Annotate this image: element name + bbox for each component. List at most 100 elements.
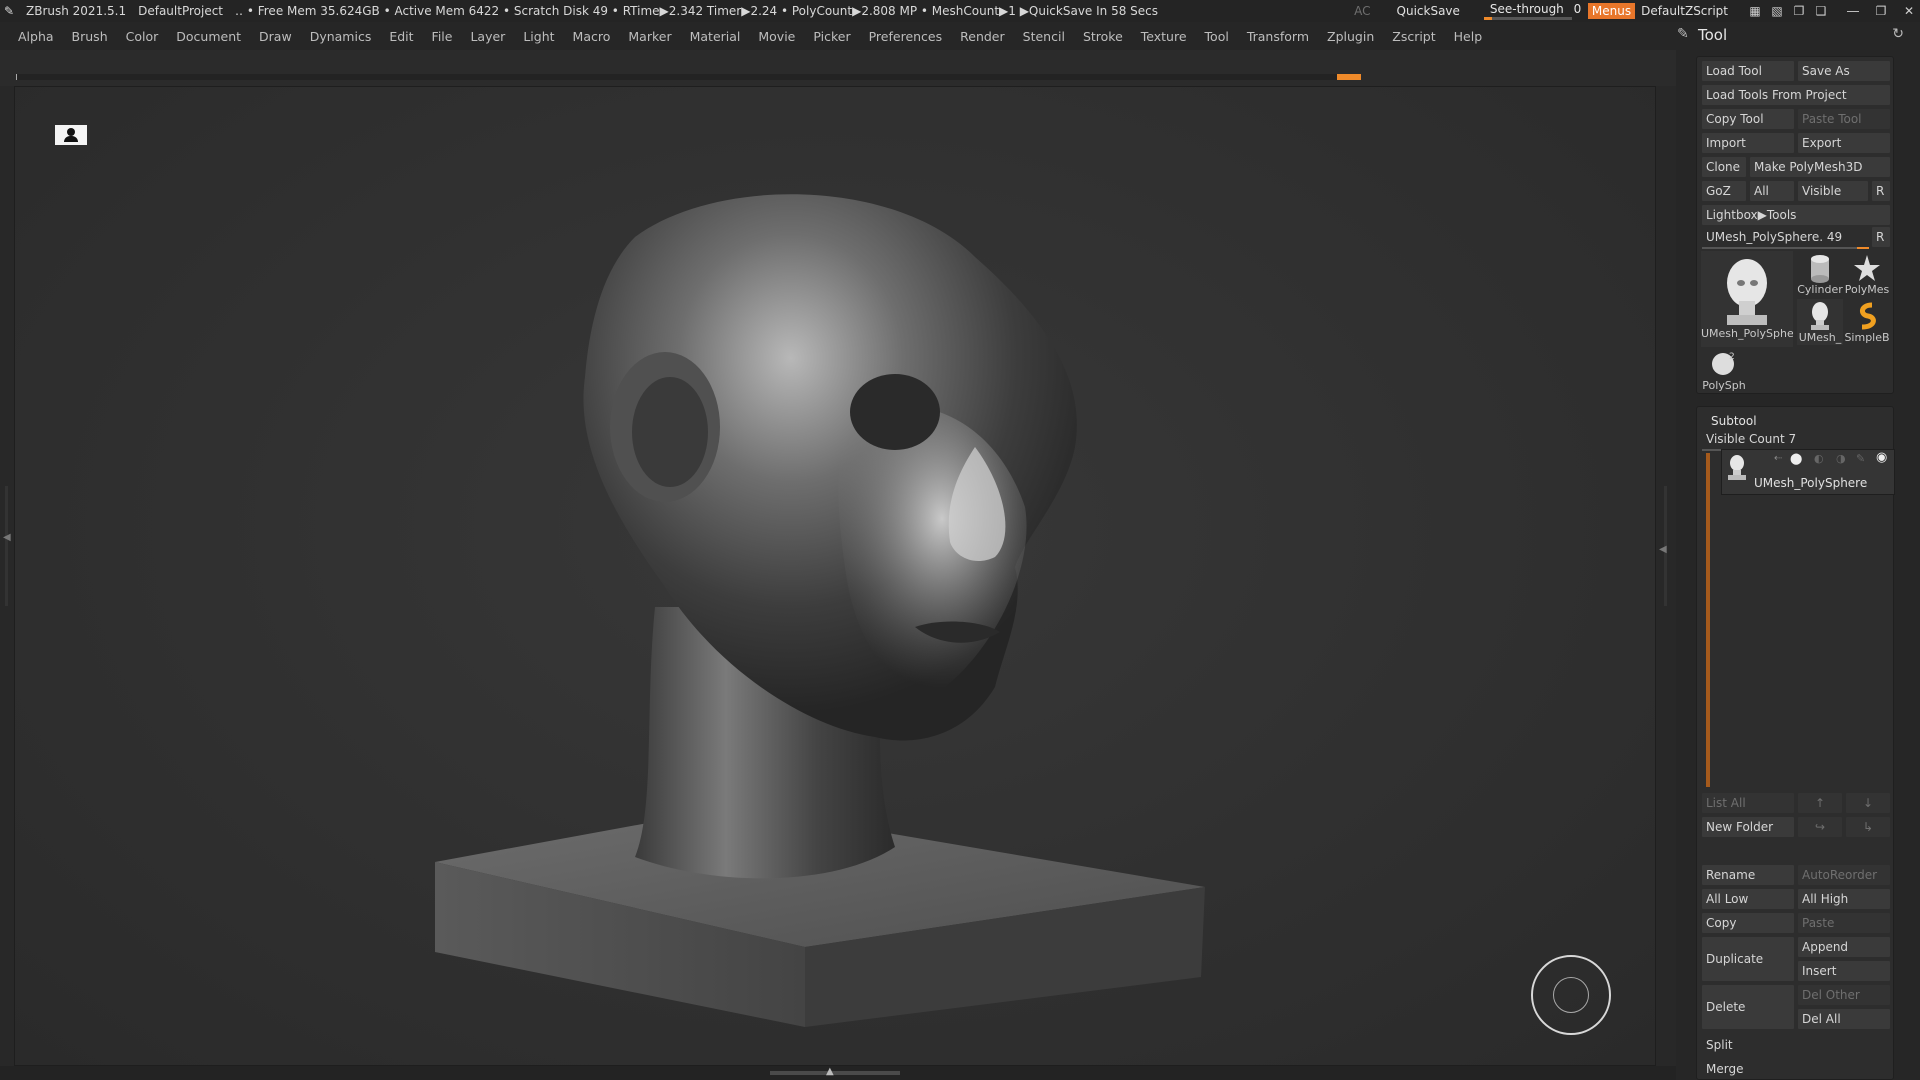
menu-layer[interactable]: Layer [470,29,505,44]
menu-edit[interactable]: Edit [389,29,413,44]
window-layout-icon[interactable]: ❐ [1788,4,1810,18]
menu-color[interactable]: Color [126,29,159,44]
layout-icon-2[interactable]: ▧ [1766,4,1788,18]
tool-thumb-umesh-small[interactable]: UMesh_ [1797,299,1843,345]
load-tools-from-project-button[interactable]: Load Tools From Project [1702,85,1890,105]
right-tray[interactable]: ◀ [1656,86,1676,1066]
default-zscript-button[interactable]: DefaultZScript [1641,4,1728,18]
menu-tool[interactable]: Tool [1205,29,1229,44]
move-out-button[interactable]: ↳ [1846,817,1890,837]
menu-zplugin[interactable]: Zplugin [1327,29,1374,44]
clone-button[interactable]: Clone [1702,157,1746,177]
move-up-button[interactable]: ↑ [1798,793,1842,813]
goz-button[interactable]: GoZ [1702,181,1746,201]
merge-section-button[interactable]: Merge [1702,1059,1890,1079]
minimize-icon[interactable]: ― [1842,4,1864,18]
menu-movie[interactable]: Movie [758,29,795,44]
close-icon[interactable]: ✕ [1898,4,1920,18]
menu-file[interactable]: File [432,29,453,44]
layout-icon-1[interactable]: ▦ [1744,4,1766,18]
menu-document[interactable]: Document [176,29,241,44]
goz-all-button[interactable]: All [1750,181,1794,201]
menu-material[interactable]: Material [690,29,741,44]
tool-r-button[interactable]: R [1872,227,1890,247]
maximize-icon[interactable]: ❐ [1870,4,1892,18]
tool-section: Load Tool Save As Load Tools From Projec… [1696,56,1894,394]
subtool-polypaint-icon[interactable]: ◐ [1814,452,1824,465]
bottom-tray-arrow-icon[interactable]: ▲ [826,1066,834,1077]
copy-subtool-button[interactable]: Copy [1702,913,1794,933]
right-tray-arrow-icon[interactable]: ◀ [1659,544,1667,555]
quicksave-button[interactable]: QuickSave [1397,4,1460,18]
rename-button[interactable]: Rename [1702,865,1794,885]
tool-thumb-cylinder[interactable]: Cylinder [1797,251,1843,297]
menu-preferences[interactable]: Preferences [869,29,943,44]
move-in-button[interactable]: ↪ [1798,817,1842,837]
save-as-button[interactable]: Save As [1798,61,1890,81]
insert-button[interactable]: Insert [1798,961,1890,981]
append-button[interactable]: Append [1798,937,1890,957]
subtool-title[interactable]: Subtool [1707,411,1807,431]
subtool-paint-icon[interactable]: ✎ [1856,452,1865,465]
duplicate-button[interactable]: Duplicate [1702,937,1794,981]
menu-brush[interactable]: Brush [72,29,108,44]
menu-transform[interactable]: Transform [1247,29,1309,44]
subtool-solo-icon[interactable]: ◑ [1836,452,1846,465]
delete-button[interactable]: Delete [1702,985,1794,1029]
subtool-toggle-icon[interactable]: ⬤ [1790,452,1802,465]
make-polymesh3d-button[interactable]: Make PolyMesh3D [1750,157,1890,177]
current-tool-slider[interactable]: UMesh_PolySphere. 49 [1702,227,1868,247]
all-low-button[interactable]: All Low [1702,889,1794,909]
menu-draw[interactable]: Draw [259,29,292,44]
paste-subtool-button[interactable]: Paste [1798,913,1890,933]
ui-settings-icon[interactable]: ❑ [1810,4,1832,18]
import-button[interactable]: Import [1702,133,1794,153]
subtool-brush-icon[interactable]: ⇠ [1774,453,1782,464]
move-down-button[interactable]: ↓ [1846,793,1890,813]
ac-label[interactable]: AC [1354,4,1370,18]
left-tray[interactable]: ◀ [0,86,14,1066]
paste-tool-button[interactable]: Paste Tool [1798,109,1890,129]
split-section-button[interactable]: Split [1702,1035,1890,1055]
menu-alpha[interactable]: Alpha [18,29,54,44]
goz-visible-button[interactable]: Visible [1798,181,1868,201]
tool-palette-title[interactable]: Tool [1698,26,1727,44]
bottom-tray[interactable]: ▲ [0,1066,1676,1080]
menu-render[interactable]: Render [960,29,1005,44]
tool-thumb-simplebrush[interactable]: SimpleB [1843,299,1891,345]
goz-r-button[interactable]: R [1872,181,1890,201]
visible-count-slider[interactable]: Visible Count 7 [1702,429,1890,449]
tool-thumb-polymesh[interactable]: PolyMes [1843,251,1891,297]
canvas-viewport[interactable] [14,86,1656,1066]
see-through-slider[interactable]: See-through 0 [1483,2,1581,20]
menu-marker[interactable]: Marker [628,29,671,44]
new-folder-button[interactable]: New Folder [1702,817,1794,837]
menu-stencil[interactable]: Stencil [1023,29,1065,44]
export-button[interactable]: Export [1798,133,1890,153]
left-tray-arrow-icon[interactable]: ◀ [3,532,11,543]
menu-dynamics[interactable]: Dynamics [310,29,372,44]
subtool-item[interactable]: ⇠ ⬤ ◐ ◑ ✎ ◉ UMesh_PolySphere [1721,449,1895,495]
lightbox-tools-button[interactable]: Lightbox▶Tools [1702,205,1890,225]
reset-palette-icon[interactable]: ↻ [1892,26,1904,42]
menu-texture[interactable]: Texture [1141,29,1187,44]
load-tool-button[interactable]: Load Tool [1702,61,1794,81]
menu-macro[interactable]: Macro [573,29,611,44]
autoreorder-button[interactable]: AutoReorder [1798,865,1890,885]
menu-help[interactable]: Help [1454,29,1483,44]
del-all-button[interactable]: Del All [1798,1009,1890,1029]
menu-light[interactable]: Light [523,29,554,44]
menus-toggle-button[interactable]: Menus [1587,3,1636,19]
subtool-list-scrollbar[interactable] [1706,453,1710,787]
copy-tool-button[interactable]: Copy Tool [1702,109,1794,129]
list-all-button[interactable]: List All [1702,793,1794,813]
visibility-eye-icon[interactable]: ◉ [1876,450,1887,465]
menu-picker[interactable]: Picker [813,29,850,44]
del-other-button[interactable]: Del Other [1798,985,1890,1005]
menu-stroke[interactable]: Stroke [1083,29,1123,44]
navigation-gizmo[interactable] [1531,955,1611,1035]
menu-zscript[interactable]: Zscript [1392,29,1435,44]
all-high-button[interactable]: All High [1798,889,1890,909]
tool-thumb-polysphere[interactable]: 2 PolySph [1701,347,1747,393]
tool-thumb-umesh-polysphere[interactable]: UMesh_PolySphe [1701,251,1793,347]
